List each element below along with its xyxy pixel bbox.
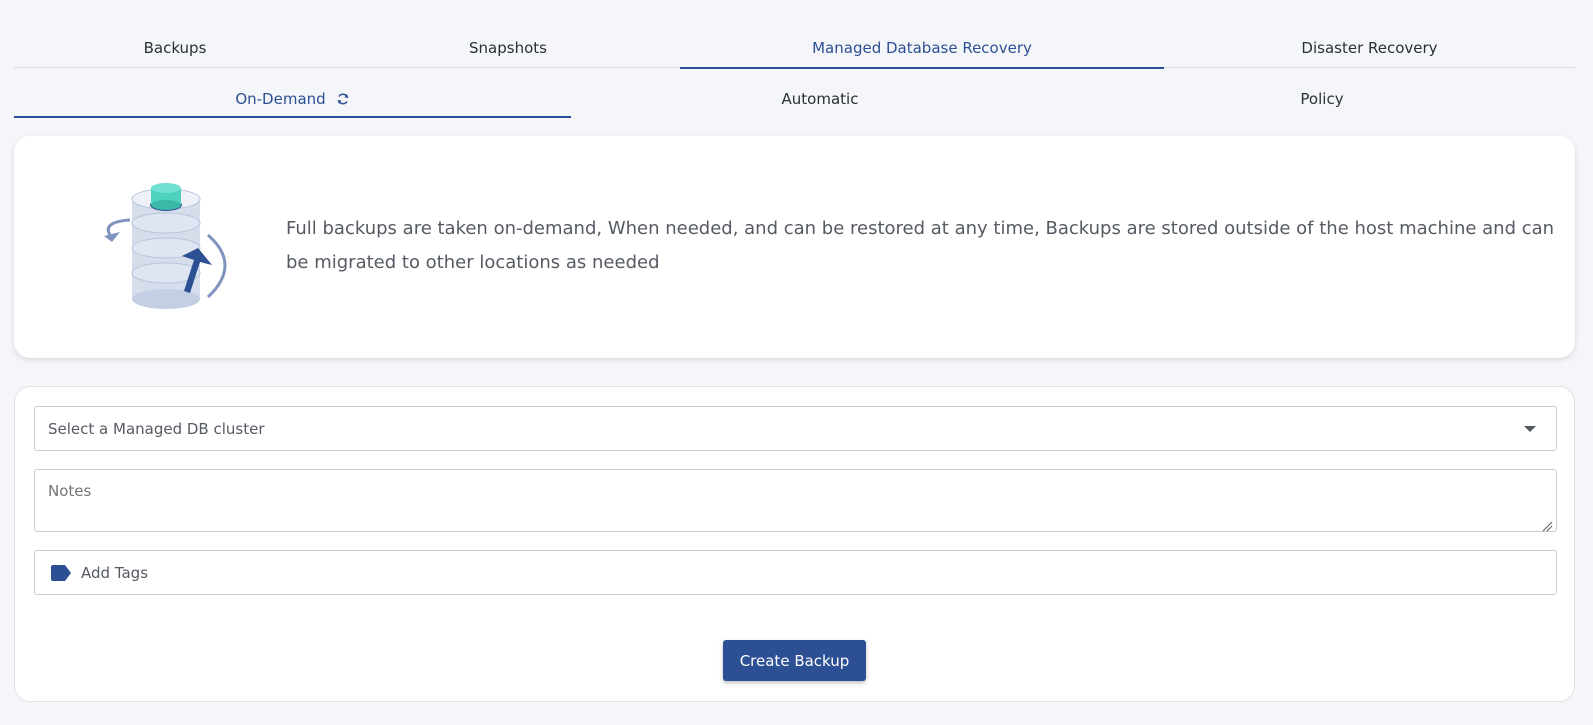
info-description: Full backups are taken on-demand, When n… xyxy=(286,218,1555,273)
notes-field[interactable] xyxy=(34,469,1557,532)
tab-managed-database-recovery[interactable]: Managed Database Recovery xyxy=(680,28,1164,69)
managed-db-cluster-select[interactable]: Select a Managed DB cluster xyxy=(34,406,1557,451)
sub-tab-bar: On-Demand Automatic Policy xyxy=(14,80,1575,118)
tab-snapshots[interactable]: Snapshots xyxy=(336,28,680,68)
add-tags-field[interactable]: Add Tags xyxy=(34,550,1557,595)
tab-disaster-recovery[interactable]: Disaster Recovery xyxy=(1164,28,1575,68)
add-tags-placeholder: Add Tags xyxy=(81,563,149,582)
resize-handle-icon[interactable] xyxy=(1541,517,1553,532)
tag-icon xyxy=(50,564,72,581)
refresh-icon[interactable] xyxy=(336,92,350,106)
database-backup-illustration xyxy=(90,180,240,315)
top-tab-bar: Backups Snapshots Managed Database Recov… xyxy=(14,28,1575,69)
sub-tab-on-demand[interactable]: On-Demand xyxy=(14,80,571,118)
sub-tab-automatic[interactable]: Automatic xyxy=(571,80,1069,118)
sub-tab-on-demand-label: On-Demand xyxy=(235,90,326,108)
sub-tab-policy[interactable]: Policy xyxy=(1069,80,1575,118)
create-backup-button[interactable]: Create Backup xyxy=(723,640,866,681)
backup-form: Select a Managed DB cluster Add Tags Cre… xyxy=(14,386,1575,702)
info-card: Full backups are taken on-demand, When n… xyxy=(14,136,1575,358)
caret-down-icon xyxy=(1524,426,1536,432)
managed-db-cluster-select-placeholder: Select a Managed DB cluster xyxy=(48,419,265,438)
tab-backups[interactable]: Backups xyxy=(14,28,336,68)
